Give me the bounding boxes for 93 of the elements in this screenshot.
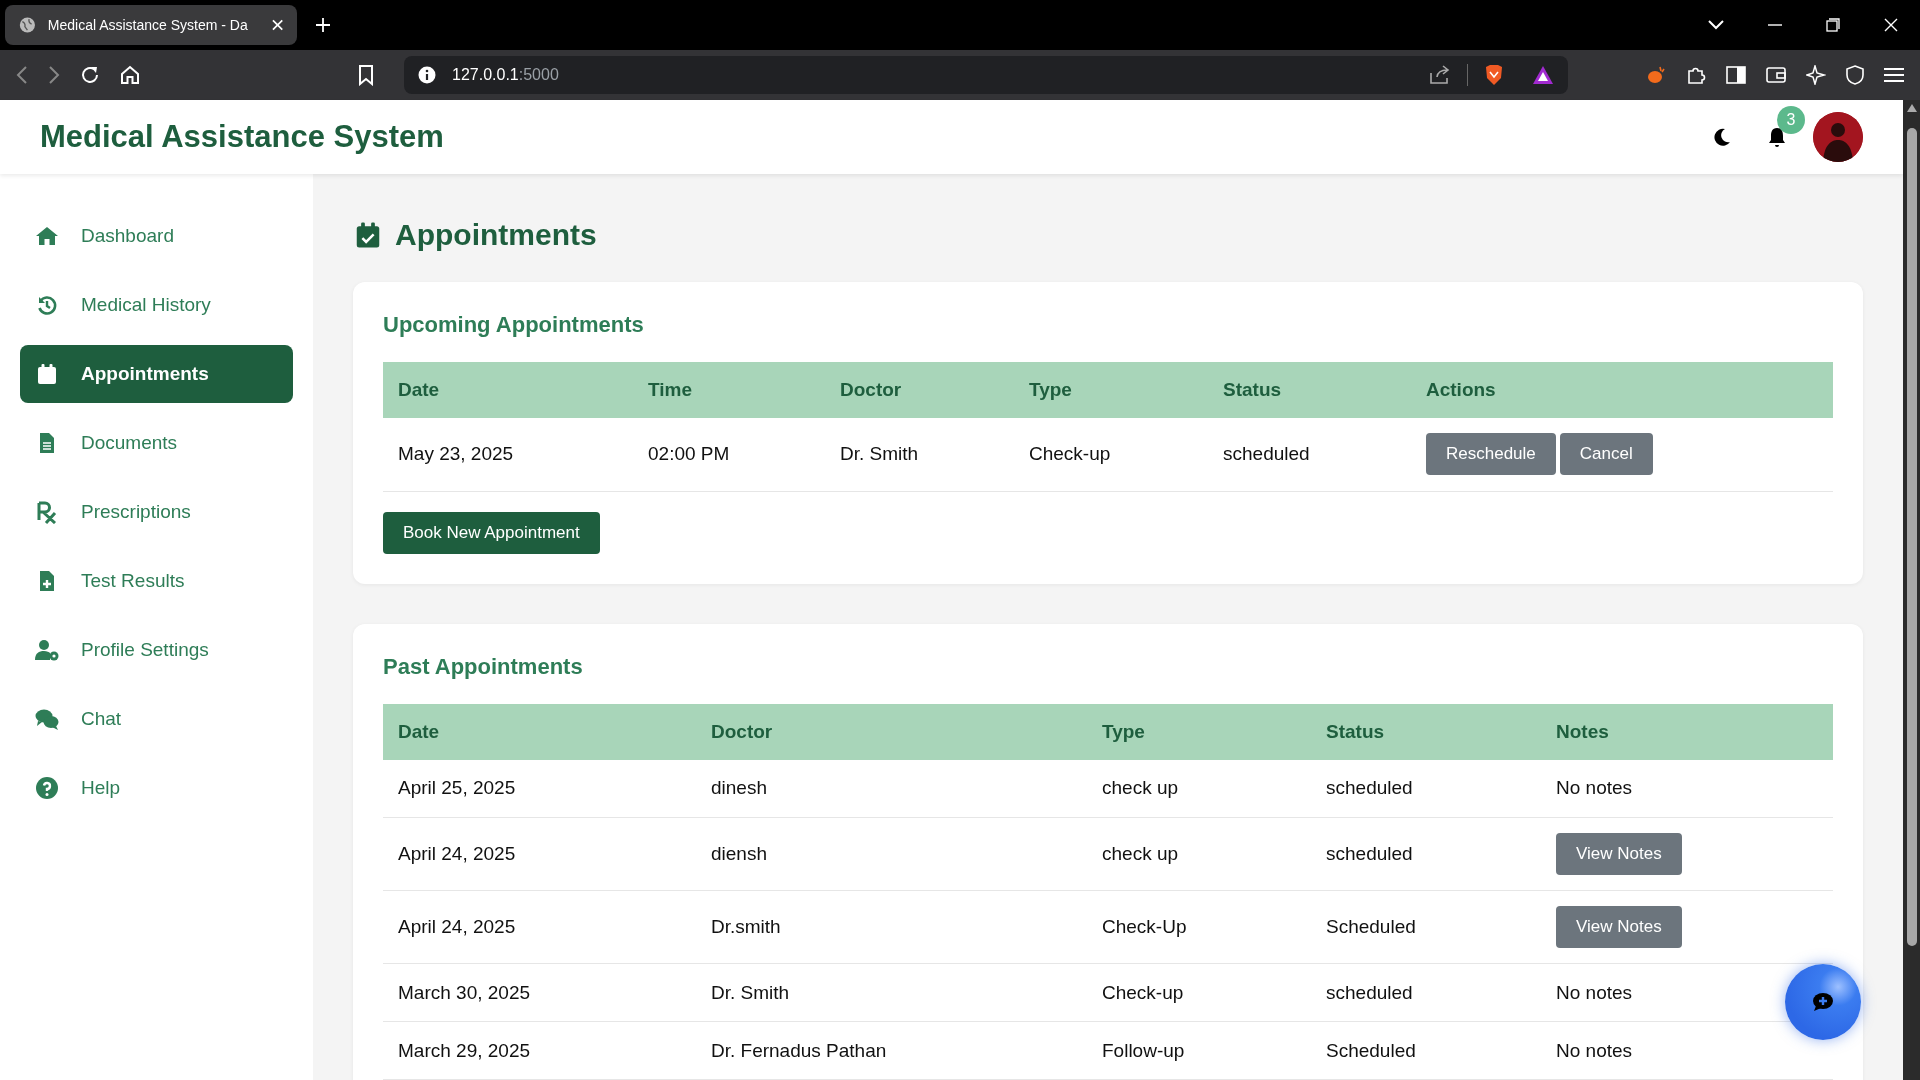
book-appointment-button[interactable]: Book New Appointment [383, 511, 600, 554]
share-icon[interactable] [1429, 65, 1451, 85]
table-cell: check up [1087, 817, 1311, 891]
table-cell: March 29, 2025 [383, 1021, 696, 1080]
chevron-down-icon[interactable] [1708, 20, 1724, 30]
notification-badge: 3 [1777, 106, 1805, 134]
table-cell: No notes [1541, 759, 1833, 818]
forward-icon[interactable] [48, 65, 60, 85]
table-cell: scheduled [1311, 759, 1541, 818]
table-cell: Dr.smith [696, 890, 1087, 964]
section-title: Upcoming Appointments [383, 312, 645, 338]
info-icon [418, 66, 436, 84]
table-cell: 02:00 PM [633, 418, 825, 491]
column-header: Status [1311, 703, 1541, 760]
column-header: Type [1014, 362, 1208, 418]
table-cell: May 23, 2025 [383, 418, 633, 491]
sidebar-icon[interactable] [1726, 66, 1746, 84]
globe-icon [19, 16, 36, 34]
table-cell: Scheduled [1311, 1021, 1541, 1080]
page-title: Appointments [395, 218, 597, 252]
table-cell: Check-up [1087, 963, 1311, 1022]
column-header: Time [633, 362, 825, 418]
home-icon[interactable] [120, 65, 140, 85]
table-cell: scheduled [1311, 963, 1541, 1022]
column-header: Type [1087, 703, 1311, 760]
table-cell: April 24, 2025 [383, 890, 696, 964]
back-icon[interactable] [16, 65, 28, 85]
home-icon [35, 224, 59, 248]
chat-icon [35, 707, 59, 731]
new-tab-icon[interactable] [315, 17, 331, 33]
browser-tab[interactable]: Medical Assistance System - Da [5, 5, 297, 45]
table-cell: Follow-up [1087, 1021, 1311, 1080]
table-cell: April 24, 2025 [383, 817, 696, 891]
url-text: 127.0.0.1:5000 [452, 66, 559, 84]
avatar-icon[interactable] [1813, 112, 1863, 162]
chat-plus-icon [1812, 992, 1834, 1012]
close-icon[interactable] [1884, 18, 1898, 32]
view-notes-button[interactable]: View Notes [1556, 906, 1682, 948]
table-cell: Scheduled [1311, 890, 1541, 964]
reload-icon[interactable] [80, 65, 100, 85]
table-cell: Dr. Fernadus Pathan [696, 1021, 1087, 1080]
triangle-icon[interactable] [1532, 65, 1554, 85]
sidebar-item[interactable]: Help [20, 759, 293, 817]
sidebar-item[interactable]: Prescriptions [20, 483, 293, 541]
column-header: Status [1208, 362, 1411, 418]
table-cell: March 30, 2025 [383, 963, 696, 1022]
table-cell: Dr. Smith [825, 418, 1014, 491]
help-icon [35, 776, 59, 800]
address-bar[interactable]: 127.0.0.1:5000 [404, 56, 1568, 94]
sidebar-item[interactable]: Appointments [20, 345, 293, 403]
column-header: Actions [1411, 362, 1833, 418]
table-cell: scheduled [1311, 817, 1541, 891]
cancel-button[interactable]: Cancel [1559, 433, 1653, 476]
reschedule-button[interactable]: Reschedule [1426, 433, 1556, 476]
restore-icon[interactable] [1826, 18, 1840, 32]
table-cell: Check-Up [1087, 890, 1311, 964]
rx-icon [35, 500, 59, 524]
column-header: Notes [1541, 703, 1833, 760]
user-gear-icon [35, 638, 59, 662]
moon-icon[interactable] [1713, 128, 1731, 146]
scroll-up-icon[interactable] [1906, 104, 1917, 112]
column-header: Doctor [696, 703, 1087, 760]
sidebar-item[interactable]: Chat [20, 690, 293, 748]
table-cell: diensh [696, 817, 1087, 891]
history-icon [35, 293, 59, 317]
app-title: Medical Assistance System [40, 119, 445, 155]
scrollbar-thumb[interactable] [1906, 128, 1917, 946]
table-cell: check up [1087, 759, 1311, 818]
puzzle-icon[interactable] [1686, 65, 1706, 85]
tab-title: Medical Assistance System - Da [47, 17, 248, 33]
sparkle-icon[interactable] [1806, 65, 1826, 85]
sidebar-item[interactable]: Test Results [20, 552, 293, 610]
table-cell: Check-up [1014, 418, 1208, 491]
menu-icon[interactable] [1884, 67, 1904, 83]
table-cell: scheduled [1208, 418, 1411, 491]
close-icon[interactable] [271, 19, 283, 31]
bookmark-icon[interactable] [358, 64, 374, 86]
sidebar-item[interactable]: Medical History [20, 276, 293, 334]
calendar-icon [35, 362, 59, 386]
table-cell: Dr. Smith [696, 963, 1087, 1022]
sidebar-item[interactable]: Profile Settings [20, 621, 293, 679]
column-header: Doctor [825, 362, 1014, 418]
sidebar-item[interactable]: Documents [20, 414, 293, 472]
column-header: Date [383, 703, 696, 760]
bell-icon[interactable] [1767, 126, 1787, 148]
column-header: Date [383, 362, 633, 418]
table-cell: dinesh [696, 759, 1087, 818]
section-title: Past Appointments [383, 653, 584, 680]
table-cell: April 25, 2025 [383, 759, 696, 818]
wallet-icon[interactable] [1766, 66, 1786, 84]
sidebar-item[interactable]: Dashboard [20, 207, 293, 265]
view-notes-button[interactable]: View Notes [1556, 833, 1682, 875]
shield-icon[interactable] [1846, 65, 1864, 85]
